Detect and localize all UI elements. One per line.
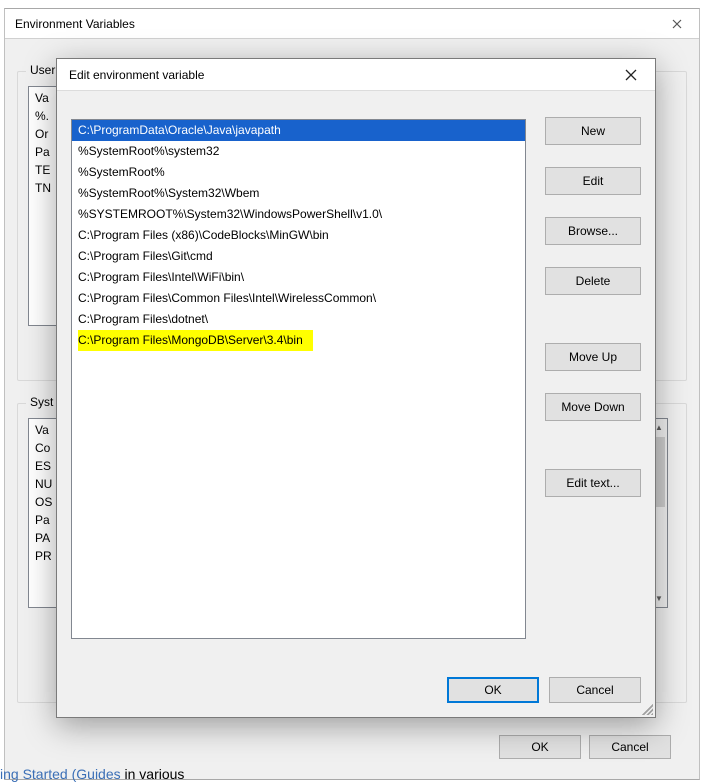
fragment-tail: in various	[121, 766, 185, 782]
path-row[interactable]: C:\Program Files\dotnet\	[72, 309, 525, 330]
path-row[interactable]: %SystemRoot%	[72, 162, 525, 183]
fragment-link: ing Started (Guides	[0, 766, 121, 782]
env-vars-title: Environment Variables	[15, 17, 135, 31]
ok-button[interactable]: OK	[447, 677, 539, 703]
background-text-fragment: ing Started (Guides in various	[0, 766, 184, 782]
delete-button[interactable]: Delete	[545, 267, 641, 295]
env-vars-cancel-button[interactable]: Cancel	[589, 735, 671, 759]
edit-env-var-footer-buttons: OK Cancel	[447, 677, 641, 703]
env-vars-close-button[interactable]	[663, 14, 691, 34]
browse-button[interactable]: Browse...	[545, 217, 641, 245]
user-vars-label: User	[26, 63, 59, 77]
side-buttons: New Edit Browse... Delete Move Up Move D…	[545, 117, 641, 497]
edit-env-var-dialog: Edit environment variable C:\ProgramData…	[56, 58, 656, 718]
path-row[interactable]: C:\Program Files (x86)\CodeBlocks\MinGW\…	[72, 225, 525, 246]
path-row-highlight-span: C:\Program Files\MongoDB\Server\3.4\bin	[78, 330, 313, 351]
edit-button[interactable]: Edit	[545, 167, 641, 195]
path-list[interactable]: C:\ProgramData\Oracle\Java\javapath %Sys…	[71, 119, 526, 639]
env-vars-footer-buttons: OK Cancel	[499, 735, 671, 759]
cancel-button[interactable]: Cancel	[549, 677, 641, 703]
path-row[interactable]: %SystemRoot%\System32\Wbem	[72, 183, 525, 204]
close-icon	[672, 19, 682, 29]
env-vars-titlebar: Environment Variables	[5, 9, 699, 39]
edit-env-var-close-button[interactable]	[615, 64, 647, 86]
path-row[interactable]: %SystemRoot%\system32	[72, 141, 525, 162]
edit-text-button[interactable]: Edit text...	[545, 469, 641, 497]
path-row[interactable]: C:\Program Files\Intel\WiFi\bin\	[72, 267, 525, 288]
path-row[interactable]: %SYSTEMROOT%\System32\WindowsPowerShell\…	[72, 204, 525, 225]
path-row[interactable]: C:\Program Files\Git\cmd	[72, 246, 525, 267]
close-icon	[625, 69, 637, 81]
move-down-button[interactable]: Move Down	[545, 393, 641, 421]
edit-env-var-titlebar: Edit environment variable	[57, 59, 655, 91]
path-row-highlighted[interactable]: C:\Program Files\MongoDB\Server\3.4\bin	[72, 330, 525, 351]
path-row[interactable]: C:\ProgramData\Oracle\Java\javapath	[72, 120, 525, 141]
system-vars-label: Syst	[26, 395, 57, 409]
move-up-button[interactable]: Move Up	[545, 343, 641, 371]
path-row[interactable]: C:\Program Files\Common Files\Intel\Wire…	[72, 288, 525, 309]
edit-env-var-body: C:\ProgramData\Oracle\Java\javapath %Sys…	[71, 107, 641, 703]
new-button[interactable]: New	[545, 117, 641, 145]
env-vars-ok-button[interactable]: OK	[499, 735, 581, 759]
edit-env-var-title: Edit environment variable	[69, 68, 204, 82]
resize-grip[interactable]	[639, 701, 653, 715]
